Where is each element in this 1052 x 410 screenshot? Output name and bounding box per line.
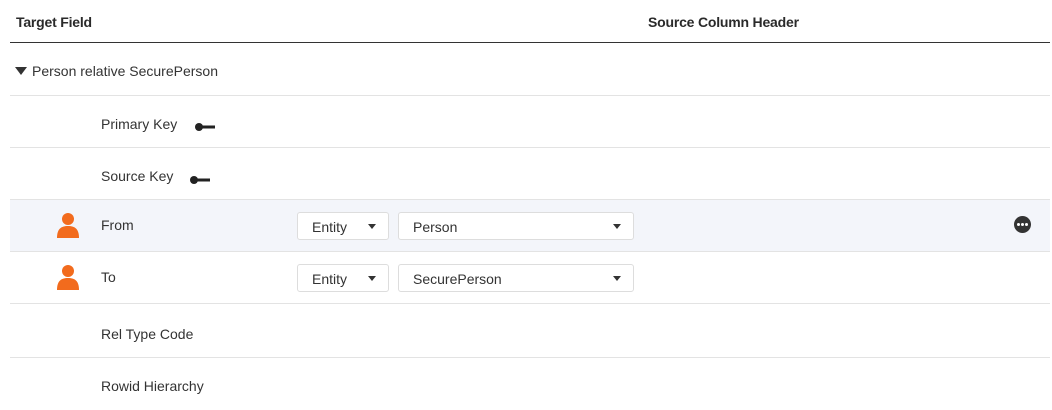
field-label: Primary Key [101, 116, 178, 132]
field-label: Rowid Hierarchy [101, 378, 204, 394]
field-row-from[interactable]: From Entity Person [10, 200, 1050, 252]
field-row-rowid-hierarchy: Rowid Hierarchy [10, 358, 1050, 410]
person-icon [57, 265, 79, 290]
key-icon [190, 176, 210, 184]
field-row-to[interactable]: To Entity SecurePerson [10, 252, 1050, 304]
to-value-select[interactable]: SecurePerson [398, 264, 634, 292]
to-value-select-value: SecurePerson [413, 271, 502, 287]
chevron-down-icon [368, 276, 376, 281]
caret-down-icon[interactable] [15, 67, 27, 75]
from-entity-select-value: Entity [312, 219, 348, 235]
chevron-down-icon [368, 224, 376, 229]
from-entity-select[interactable]: Entity [297, 212, 389, 240]
field-label: Source Key [101, 168, 174, 184]
field-label: To [101, 269, 116, 285]
from-value-select-value: Person [413, 219, 458, 235]
field-label: Rel Type Code [101, 326, 194, 342]
chevron-down-icon [613, 276, 621, 281]
source-column-header: Source Column Header [648, 14, 799, 30]
person-icon [57, 213, 79, 238]
table-header: Target Field Source Column Header [10, 0, 1050, 43]
field-row-rel-type-code: Rel Type Code [10, 306, 1050, 358]
chevron-down-icon [613, 224, 621, 229]
field-row-primary-key: Primary Key [10, 96, 1050, 148]
group-row-person-relative-secureperson[interactable]: Person relative SecurePerson [10, 44, 1050, 96]
field-row-source-key: Source Key [10, 148, 1050, 200]
target-field-header: Target Field [16, 14, 92, 30]
group-label: Person relative SecurePerson [32, 63, 218, 79]
to-entity-select[interactable]: Entity [297, 264, 389, 292]
more-options-icon[interactable] [1014, 216, 1031, 233]
key-icon [195, 123, 215, 131]
from-value-select[interactable]: Person [398, 212, 634, 240]
field-label: From [101, 217, 134, 233]
to-entity-select-value: Entity [312, 271, 348, 287]
